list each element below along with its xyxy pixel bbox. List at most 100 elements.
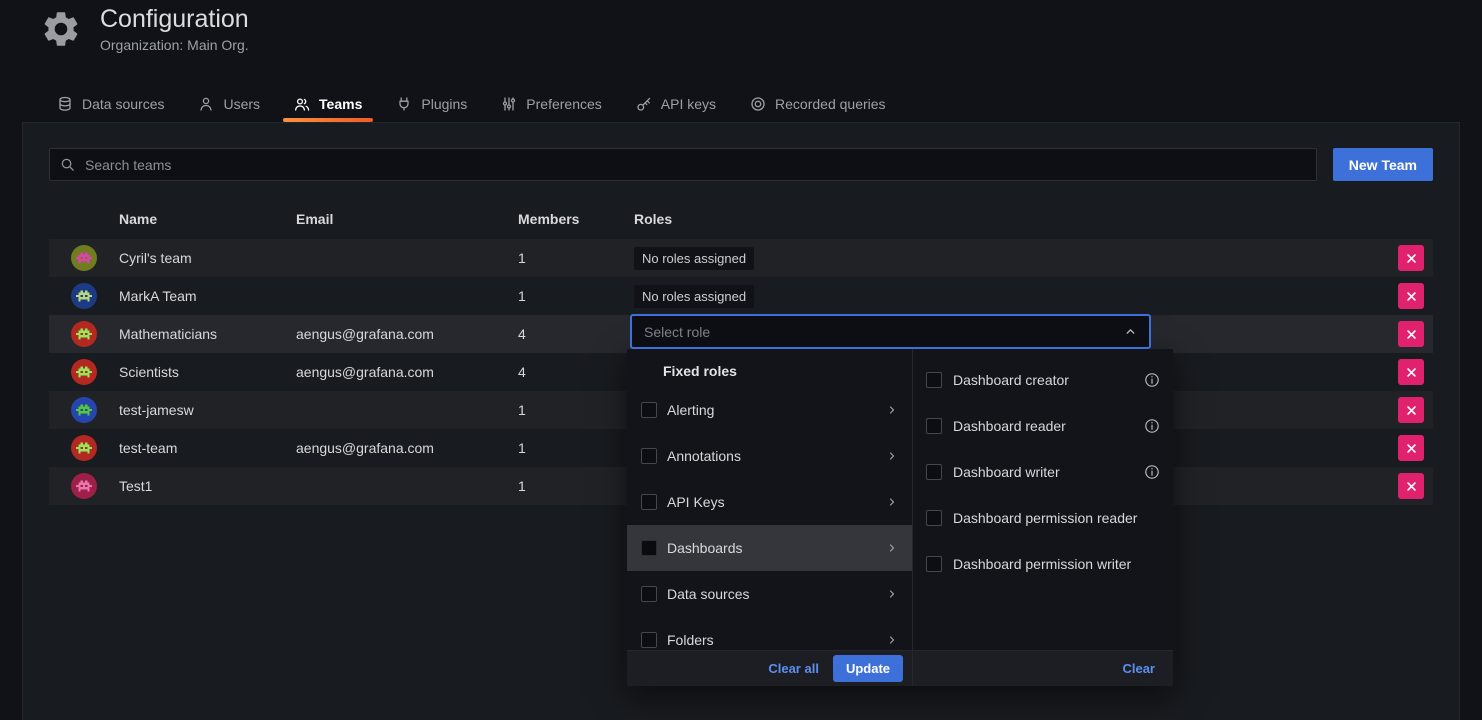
fixed-role-item-annotations[interactable]: Annotations	[627, 433, 912, 479]
info-icon[interactable]	[1144, 418, 1160, 434]
info-icon[interactable]	[1144, 372, 1160, 388]
tab-label: Users	[223, 96, 260, 112]
gear-icon	[40, 8, 82, 50]
team-name[interactable]: Test1	[119, 478, 296, 494]
tab-label: Teams	[319, 96, 362, 112]
search-box[interactable]	[49, 148, 1317, 181]
col-roles: Roles	[634, 211, 1389, 227]
chevron-right-icon	[886, 588, 898, 600]
role-label: Dashboard writer	[953, 464, 1060, 480]
delete-team-button[interactable]	[1398, 473, 1424, 499]
fixed-role-label: Annotations	[667, 448, 741, 464]
close-icon	[1406, 291, 1417, 302]
role-submenu-item-dashboard-creator[interactable]: Dashboard creator	[913, 357, 1173, 403]
team-name[interactable]: Scientists	[119, 364, 296, 380]
delete-team-button[interactable]	[1398, 321, 1424, 347]
tab-recorded-queries[interactable]: Recorded queries	[739, 85, 897, 122]
delete-team-button[interactable]	[1398, 283, 1424, 309]
role-checkbox[interactable]	[926, 556, 942, 572]
team-name[interactable]: Cyril's team	[119, 250, 296, 266]
team-avatar	[71, 321, 97, 347]
tab-label: Recorded queries	[775, 96, 886, 112]
update-button[interactable]: Update	[833, 655, 903, 682]
role-submenu-item-dashboard-permission-writer[interactable]: Dashboard permission writer	[913, 541, 1173, 587]
tab-teams[interactable]: Teams	[283, 85, 373, 122]
fixed-role-label: Data sources	[667, 586, 749, 602]
close-icon	[1406, 329, 1417, 340]
tab-plugins[interactable]: Plugins	[385, 85, 478, 122]
fixed-role-label: API Keys	[667, 494, 725, 510]
database-icon	[57, 96, 73, 112]
chevron-up-icon	[1124, 325, 1137, 338]
fixed-role-item-api-keys[interactable]: API Keys	[627, 479, 912, 525]
close-icon	[1406, 367, 1417, 378]
role-checkbox[interactable]	[926, 464, 942, 480]
delete-team-button[interactable]	[1398, 397, 1424, 423]
role-checkbox[interactable]	[641, 494, 657, 510]
team-avatar	[71, 473, 97, 499]
role-checkbox[interactable]	[926, 372, 942, 388]
team-name[interactable]: test-team	[119, 440, 296, 456]
table-row[interactable]: Cyril's team 1 No roles assigned	[49, 239, 1433, 277]
team-email: aengus@grafana.com	[296, 440, 518, 456]
roles-badge: No roles assigned	[634, 285, 754, 308]
role-checkbox[interactable]	[641, 402, 657, 418]
team-email: aengus@grafana.com	[296, 326, 518, 342]
team-members: 1	[518, 402, 634, 418]
team-members: 1	[518, 478, 634, 494]
team-avatar	[71, 435, 97, 461]
role-submenu-item-dashboard-writer[interactable]: Dashboard writer	[913, 449, 1173, 495]
chevron-right-icon	[886, 450, 898, 462]
fixed-role-item-folders[interactable]: Folders	[627, 617, 912, 650]
close-icon	[1406, 443, 1417, 454]
role-checkbox[interactable]	[641, 540, 657, 556]
role-label: Dashboard permission writer	[953, 556, 1131, 572]
tab-preferences[interactable]: Preferences	[490, 85, 612, 122]
fixed-roles-list: Alerting Annotations API Keys Dashboards…	[627, 387, 912, 650]
tab-api-keys[interactable]: API keys	[625, 85, 727, 122]
tab-users[interactable]: Users	[187, 85, 271, 122]
role-submenu-panel: Dashboard creator Dashboard reader Dashb…	[913, 349, 1173, 686]
role-checkbox[interactable]	[926, 510, 942, 526]
role-select-input[interactable]: Select role	[630, 314, 1151, 349]
users-icon	[294, 96, 310, 112]
fixed-role-item-data-sources[interactable]: Data sources	[627, 571, 912, 617]
clear-all-button[interactable]: Clear all	[768, 661, 819, 676]
role-submenu-item-dashboard-permission-reader[interactable]: Dashboard permission reader	[913, 495, 1173, 541]
search-icon	[60, 157, 75, 172]
table-header: Name Email Members Roles	[49, 199, 1433, 239]
search-input[interactable]	[83, 156, 1306, 174]
info-icon[interactable]	[1144, 464, 1160, 480]
role-select-placeholder: Select role	[644, 324, 1124, 340]
new-team-button[interactable]: New Team	[1333, 148, 1433, 181]
team-members: 1	[518, 440, 634, 456]
chevron-right-icon	[886, 404, 898, 416]
role-label: Dashboard creator	[953, 372, 1069, 388]
team-name[interactable]: test-jamesw	[119, 402, 296, 418]
delete-team-button[interactable]	[1398, 245, 1424, 271]
role-checkbox[interactable]	[926, 418, 942, 434]
table-row[interactable]: MarkA Team 1 No roles assigned	[49, 277, 1433, 315]
delete-team-button[interactable]	[1398, 359, 1424, 385]
delete-team-button[interactable]	[1398, 435, 1424, 461]
tab-data-sources[interactable]: Data sources	[46, 85, 175, 122]
clear-button[interactable]: Clear	[1122, 661, 1155, 676]
role-submenu-item-dashboard-reader[interactable]: Dashboard reader	[913, 403, 1173, 449]
tab-label: Plugins	[421, 96, 467, 112]
fixed-role-item-alerting[interactable]: Alerting	[627, 387, 912, 433]
role-checkbox[interactable]	[641, 586, 657, 602]
record-icon	[750, 96, 766, 112]
role-checkbox[interactable]	[641, 632, 657, 648]
team-name[interactable]: MarkA Team	[119, 288, 296, 304]
fixed-role-item-dashboards[interactable]: Dashboards	[627, 525, 912, 571]
team-email: aengus@grafana.com	[296, 364, 518, 380]
plug-icon	[396, 96, 412, 112]
page-header: Configuration Organization: Main Org.	[40, 5, 249, 53]
col-email: Email	[296, 211, 518, 227]
page-subtitle: Organization: Main Org.	[100, 37, 249, 53]
team-name[interactable]: Mathematicians	[119, 326, 296, 342]
role-checkbox[interactable]	[641, 448, 657, 464]
role-submenu-footer: Clear	[913, 650, 1173, 686]
page-title: Configuration	[100, 5, 249, 34]
user-icon	[198, 96, 214, 112]
